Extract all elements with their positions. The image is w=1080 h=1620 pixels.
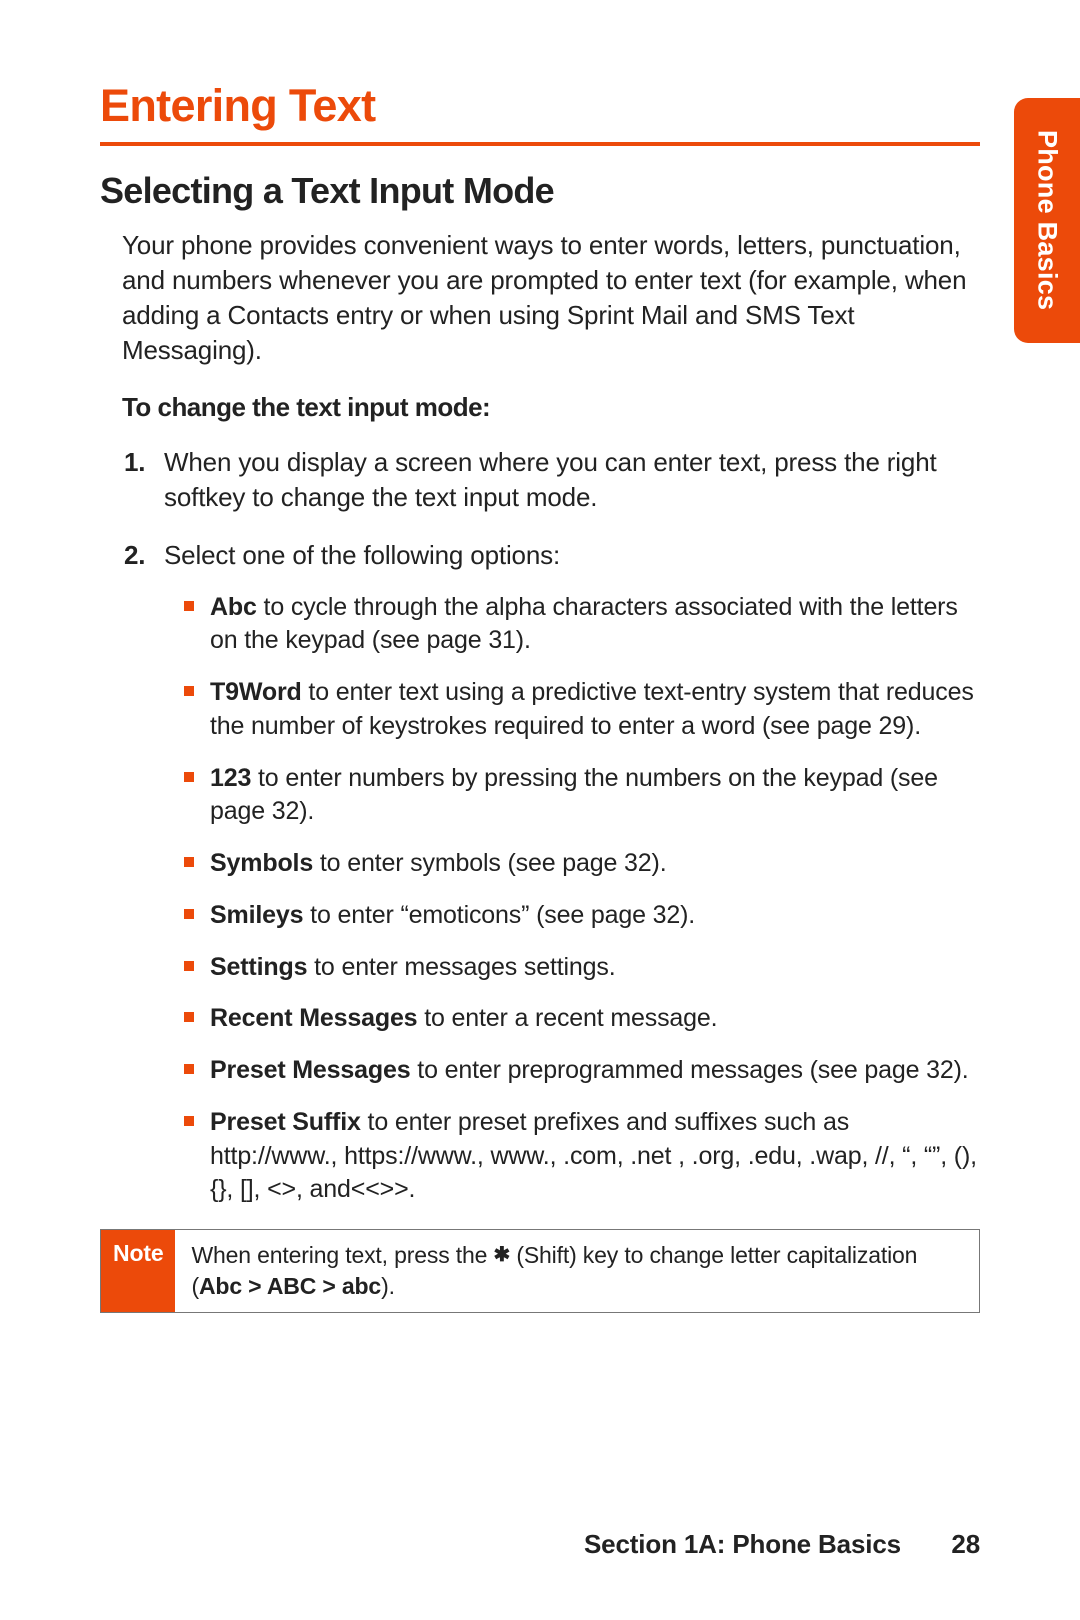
option-lead: Recent Messages xyxy=(210,1004,417,1032)
note-box: Note When entering text, press the ✱ (Sh… xyxy=(100,1229,980,1313)
option-lead: Preset Suffix xyxy=(210,1108,361,1136)
square-bullet-icon xyxy=(184,686,194,696)
note-label: Note xyxy=(101,1230,175,1312)
square-bullet-icon xyxy=(184,1064,194,1074)
note-text-pre: When entering text, press the xyxy=(191,1242,493,1268)
page-title: Entering Text xyxy=(100,80,980,132)
square-bullet-icon xyxy=(184,909,194,919)
step-item: 1. When you display a screen where you c… xyxy=(164,445,980,515)
note-body: When entering text, press the ✱ (Shift) … xyxy=(175,1230,979,1312)
side-tab-label: Phone Basics xyxy=(1032,130,1063,310)
note-bold-seq: Abc > ABC > abc xyxy=(199,1273,381,1299)
option-rest: to enter messages settings. xyxy=(307,953,615,981)
note-text-post: ). xyxy=(381,1273,395,1299)
option-item: Abc to cycle through the alpha character… xyxy=(210,591,980,659)
options-list: Abc to cycle through the alpha character… xyxy=(164,591,980,1208)
option-rest: to enter symbols (see page 32). xyxy=(313,849,666,877)
footer-section: Section 1A: Phone Basics xyxy=(584,1529,901,1559)
option-rest: to enter numbers by pressing the numbers… xyxy=(210,764,938,826)
option-lead: Symbols xyxy=(210,849,313,877)
option-item: Preset Messages to enter preprogrammed m… xyxy=(210,1054,980,1088)
step-item: 2. Select one of the following options: … xyxy=(164,538,980,1208)
option-item: 123 to enter numbers by pressing the num… xyxy=(210,762,980,830)
option-lead: Smileys xyxy=(210,901,303,929)
step-number: 1. xyxy=(124,445,145,480)
square-bullet-icon xyxy=(184,772,194,782)
option-rest: to cycle through the alpha characters as… xyxy=(210,593,958,655)
option-lead: Settings xyxy=(210,953,307,981)
option-item: Symbols to enter symbols (see page 32). xyxy=(210,847,980,881)
step-number: 2. xyxy=(124,538,145,573)
option-item: Recent Messages to enter a recent messag… xyxy=(210,1002,980,1036)
option-item: T9Word to enter text using a predictive … xyxy=(210,676,980,744)
step-text: Select one of the following options: xyxy=(164,540,560,570)
star-icon: ✱ xyxy=(494,1244,511,1266)
page-footer: Section 1A: Phone Basics 28 xyxy=(584,1529,980,1560)
section-subtitle: Selecting a Text Input Mode xyxy=(100,170,980,212)
step-text: When you display a screen where you can … xyxy=(164,447,937,512)
option-item: Settings to enter messages settings. xyxy=(210,951,980,985)
document-page: Phone Basics Entering Text Selecting a T… xyxy=(0,0,1080,1620)
intro-paragraph: Your phone provides convenient ways to e… xyxy=(100,228,980,368)
title-rule xyxy=(100,142,980,146)
option-rest: to enter a recent message. xyxy=(417,1004,717,1032)
square-bullet-icon xyxy=(184,601,194,611)
option-lead: Preset Messages xyxy=(210,1056,411,1084)
option-rest: to enter preprogrammed messages (see pag… xyxy=(411,1056,969,1084)
square-bullet-icon xyxy=(184,1116,194,1126)
option-item: Smileys to enter “emoticons” (see page 3… xyxy=(210,899,980,933)
procedure-heading: To change the text input mode: xyxy=(100,392,980,423)
square-bullet-icon xyxy=(184,1012,194,1022)
procedure-steps: 1. When you display a screen where you c… xyxy=(100,445,980,1207)
square-bullet-icon xyxy=(184,961,194,971)
option-lead: 123 xyxy=(210,764,251,792)
option-lead: T9Word xyxy=(210,678,302,706)
square-bullet-icon xyxy=(184,857,194,867)
option-rest: to enter text using a predictive text-en… xyxy=(210,678,974,740)
option-rest: to enter “emoticons” (see page 32). xyxy=(303,901,695,929)
option-lead: Abc xyxy=(210,593,257,621)
footer-page-number: 28 xyxy=(908,1529,980,1560)
section-side-tab: Phone Basics xyxy=(1014,98,1080,343)
option-item: Preset Suffix to enter preset prefixes a… xyxy=(210,1106,980,1207)
